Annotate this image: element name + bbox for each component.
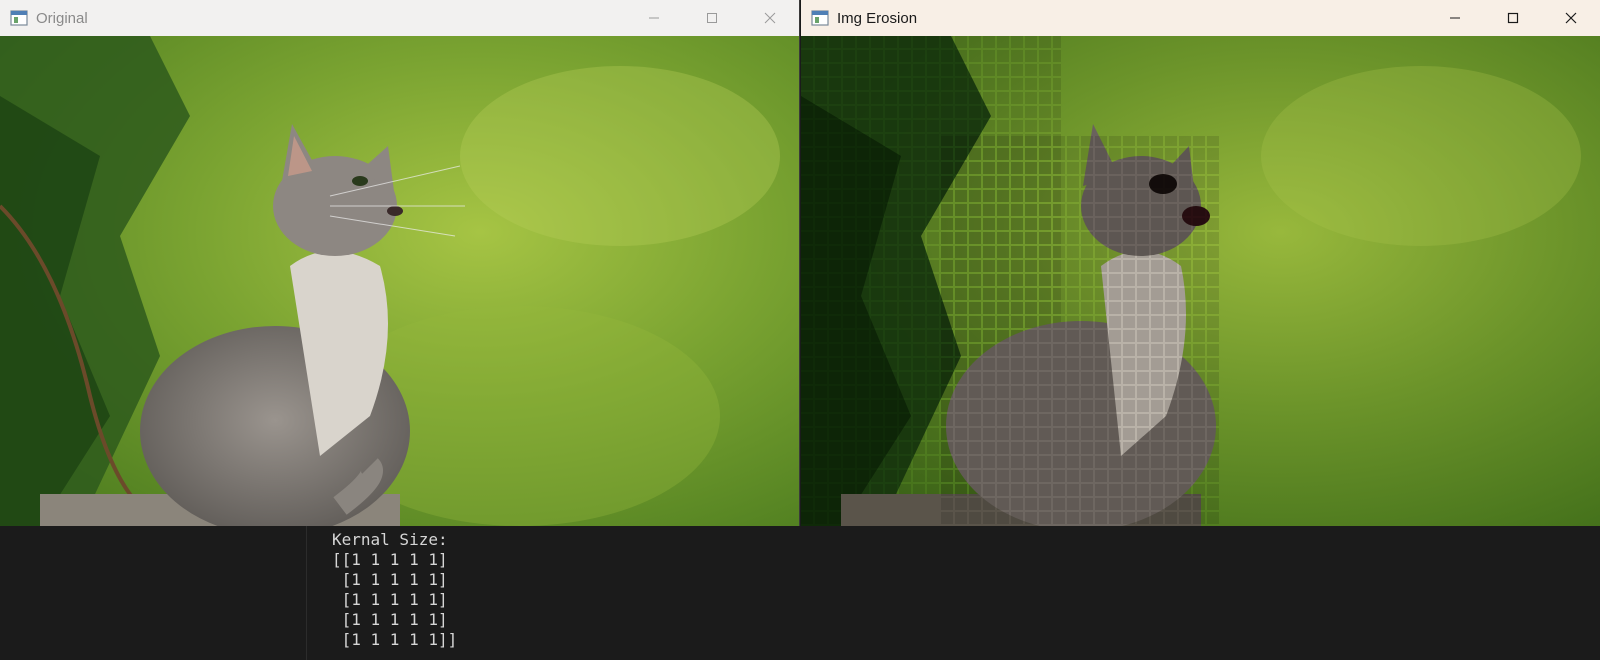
eroded-kitten-photo <box>801 36 1600 526</box>
original-window: Original <box>0 0 800 526</box>
console-line: [1 1 1 1 1] <box>332 590 448 609</box>
close-button[interactable] <box>1542 0 1600 36</box>
erosion-window: Img Erosion <box>801 0 1600 526</box>
window-controls <box>1426 0 1600 36</box>
eroded-image <box>801 36 1600 526</box>
maximize-icon <box>1507 12 1519 24</box>
maximize-icon <box>707 13 717 23</box>
console-line: [1 1 1 1 1]] <box>332 630 458 649</box>
minimize-icon <box>1450 17 1460 19</box>
maximize-button[interactable] <box>1484 0 1542 36</box>
window-title: Img Erosion <box>837 9 918 27</box>
close-button[interactable] <box>741 0 799 36</box>
minimize-icon <box>649 17 659 19</box>
original-titlebar[interactable]: Original <box>0 0 799 36</box>
close-icon <box>1565 12 1577 24</box>
console-line: [1 1 1 1 1] <box>332 610 448 629</box>
close-icon <box>764 12 776 24</box>
kitten-photo <box>0 36 799 526</box>
console-line: [1 1 1 1 1] <box>332 570 448 589</box>
console-divider <box>306 526 307 660</box>
minimize-button[interactable] <box>625 0 683 36</box>
original-image <box>0 36 799 526</box>
console-output: Kernal Size: [[1 1 1 1 1] [1 1 1 1 1] [1… <box>332 530 457 650</box>
maximize-button[interactable] <box>683 0 741 36</box>
app-window-icon <box>811 10 829 26</box>
window-controls <box>625 0 799 36</box>
erosion-titlebar[interactable]: Img Erosion <box>801 0 1600 36</box>
console-line: Kernal Size: <box>332 530 448 549</box>
window-title: Original <box>36 9 88 27</box>
minimize-button[interactable] <box>1426 0 1484 36</box>
console-line: [[1 1 1 1 1] <box>332 550 448 569</box>
console-panel: Kernal Size: [[1 1 1 1 1] [1 1 1 1 1] [1… <box>0 526 1600 660</box>
app-window-icon <box>10 10 28 26</box>
